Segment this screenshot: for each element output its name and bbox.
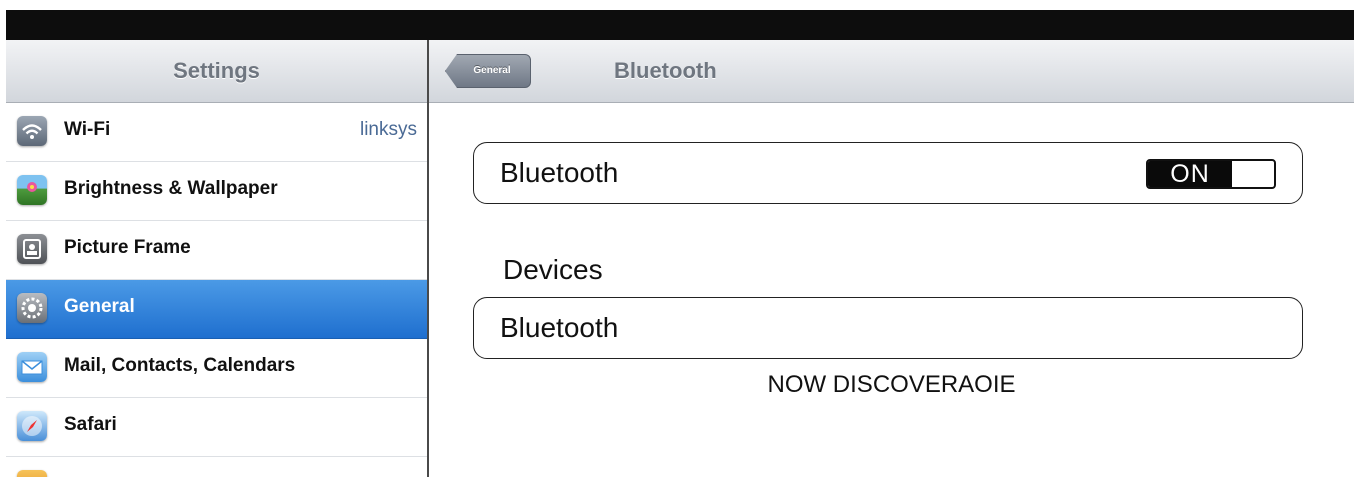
bluetooth-toggle-cell: Bluetooth ON (473, 142, 1303, 204)
bluetooth-label: Bluetooth (500, 157, 619, 188)
picture-frame-icon (17, 234, 47, 264)
bluetooth-detail-pane: General Bluetooth Bluetooth ON Devices B… (429, 40, 1354, 477)
wifi-icon (17, 116, 47, 146)
bluetooth-toggle[interactable]: ON (1146, 159, 1276, 189)
safari-compass-icon (17, 411, 47, 441)
settings-item-safari[interactable]: Safari (6, 398, 427, 457)
status-bar (6, 10, 1354, 40)
app-icon (17, 470, 47, 477)
ipad-frame: Settings Wi-Fi linksys Brightness & Wall… (6, 40, 1354, 477)
master-title: Settings (173, 58, 260, 83)
settings-item-label: Brightness & Wallpaper (64, 178, 278, 199)
wifi-network-value: linksys (359, 119, 417, 140)
settings-master-pane: Settings Wi-Fi linksys Brightness & Wall… (6, 40, 429, 477)
settings-item-label: Safari (64, 414, 117, 435)
settings-item-label: Mail, Contacts, Calendars (64, 355, 296, 376)
brightness-wallpaper-icon (17, 175, 47, 205)
detail-title: Bluetooth (614, 58, 717, 83)
settings-item-mail-contacts-calendars[interactable]: Mail, Contacts, Calendars (6, 339, 427, 398)
settings-item-label: Picture Frame (64, 237, 191, 258)
discoverable-status: NOW DISCOVERAOIE (767, 371, 1016, 398)
settings-item-general[interactable]: General (6, 280, 427, 339)
master-nav-bar: Settings (6, 40, 427, 103)
settings-list: Wi-Fi linksys Brightness & Wallpaper Pic… (6, 103, 427, 477)
detail-nav-bar: General Bluetooth (429, 40, 1354, 103)
devices-section-header: Devices (503, 254, 603, 285)
gear-icon (17, 293, 47, 323)
toggle-on-label: ON (1148, 161, 1232, 187)
mail-icon (17, 352, 47, 382)
device-name: Bluetooth (500, 312, 619, 343)
settings-item-brightness-wallpaper[interactable]: Brightness & Wallpaper (6, 162, 427, 221)
device-cell[interactable]: Bluetooth (473, 297, 1303, 359)
settings-item-partial[interactable] (6, 457, 427, 477)
settings-item-label: Wi-Fi (64, 119, 111, 140)
settings-item-wifi[interactable]: Wi-Fi linksys (6, 103, 427, 162)
settings-item-picture-frame[interactable]: Picture Frame (6, 221, 427, 280)
back-button-general[interactable]: General (445, 54, 531, 88)
settings-item-label: General (64, 296, 135, 317)
